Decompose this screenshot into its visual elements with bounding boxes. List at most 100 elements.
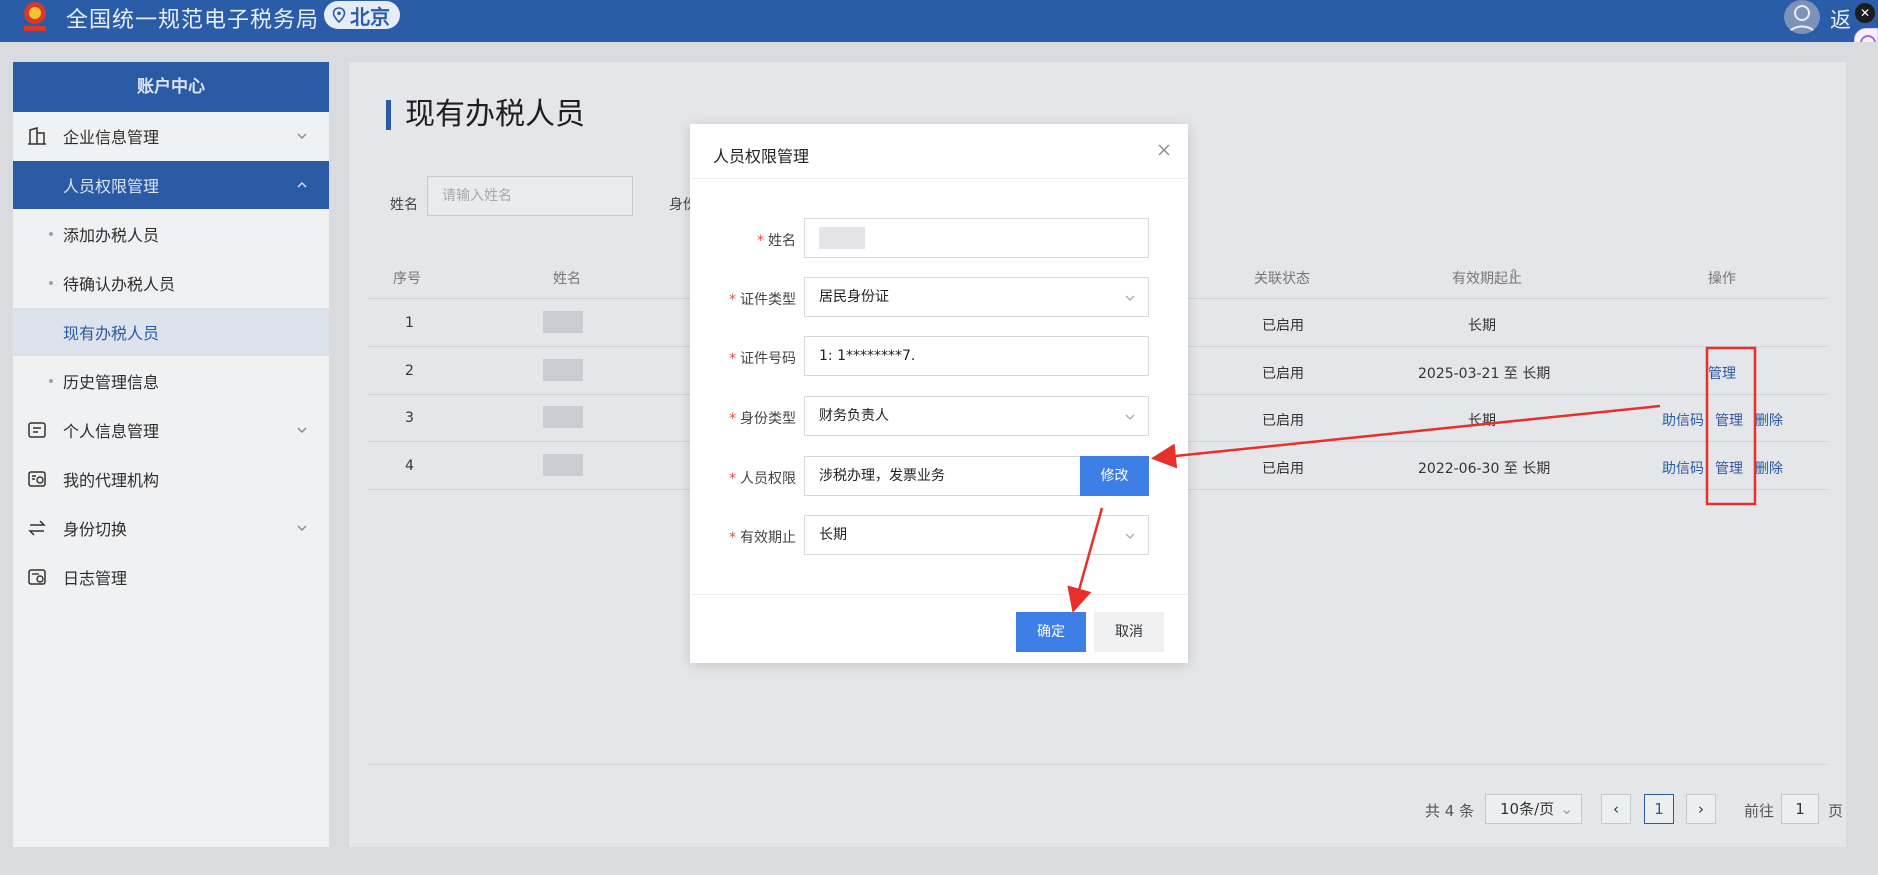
switch-icon (28, 520, 46, 536)
permission-management-dialog: 人员权限管理 * 姓名 * 证件类型 居民身份证 * 证件号码 1: 1*******… (690, 124, 1188, 663)
chevron-down-icon (297, 427, 307, 433)
chevron-down-icon: ⌄ (1560, 800, 1573, 818)
column-header-index: 序号 (393, 271, 421, 287)
field-label-identity-type: * 身份类型 (729, 411, 796, 427)
sidebar-item-add-taxpayer[interactable]: 添加办税人员 (13, 210, 329, 258)
prev-page-button[interactable]: ‹ (1601, 794, 1631, 824)
user-avatar[interactable] (1784, 0, 1820, 34)
delete-link[interactable]: 删除 (1755, 458, 1783, 478)
id-type-select[interactable]: 居民身份证 (804, 277, 1149, 317)
redacted-name (543, 311, 583, 333)
manage-link[interactable]: 管理 (1715, 410, 1743, 430)
name-filter-input[interactable]: 请输入姓名 (427, 176, 633, 216)
bullet-dot (49, 232, 53, 236)
page-number-current[interactable]: 1 (1644, 794, 1674, 824)
sidebar-item-label: 个人信息管理 (63, 422, 160, 441)
field-label-expiry: * 有效期止 (729, 530, 796, 546)
cell-validity: 长期 (1468, 413, 1496, 429)
pagination-total: 共 4 条 (1425, 802, 1475, 820)
return-link[interactable]: 返 (1830, 4, 1851, 34)
sidebar-item-label: 身份切换 (63, 520, 128, 539)
user-icon (1788, 5, 1816, 34)
cell-status: 已启用 (1262, 318, 1304, 334)
sidebar-item-switch-identity[interactable]: 身份切换 (13, 504, 329, 552)
sidebar-item-permission-management[interactable]: 人员权限管理 (13, 161, 329, 209)
id-card-icon (28, 422, 46, 438)
identity-type-value: 财务负责人 (819, 408, 889, 424)
sidebar-item-label: 人员权限管理 (63, 177, 160, 196)
building-icon (28, 127, 46, 145)
chevron-down-icon (297, 525, 307, 531)
table-bottom-line (367, 764, 1827, 765)
sidebar-item-label: 现有办税人员 (63, 324, 160, 343)
permissions-field[interactable]: 涉税办理，发票业务 (804, 456, 1081, 496)
sidebar-item-label: 添加办税人员 (63, 226, 160, 245)
goto-label: 前往 (1744, 802, 1775, 820)
dialog-header: 人员权限管理 (690, 124, 1188, 179)
sidebar: 账户中心 企业信息管理 人员权限管理 添加办税人员 待确认办税人员 现有办税人员… (13, 62, 329, 847)
next-page-button[interactable]: › (1686, 794, 1716, 824)
redacted-name (543, 359, 583, 381)
delete-link[interactable]: 删除 (1755, 410, 1783, 430)
helper-code-link[interactable]: 助信码 (1662, 410, 1704, 430)
location-label: 北京 (350, 4, 390, 29)
redacted-name (543, 406, 583, 428)
agency-icon (28, 471, 46, 487)
page-unit-label: 页 (1828, 802, 1844, 820)
name-filter-label: 姓名 (390, 197, 418, 213)
chevron-down-icon (1125, 533, 1135, 539)
sidebar-item-enterprise-info[interactable]: 企业信息管理 (13, 112, 329, 160)
name-field[interactable] (804, 218, 1149, 258)
manage-link[interactable]: 管理 (1715, 458, 1743, 478)
sidebar-item-log-management[interactable]: 日志管理 (13, 553, 329, 601)
cell-status: 已启用 (1262, 461, 1304, 477)
cell-index: 4 (405, 458, 414, 474)
id-type-value: 居民身份证 (819, 289, 889, 305)
chevron-down-icon (297, 133, 307, 139)
sidebar-item-agency[interactable]: 我的代理机构 (13, 455, 329, 503)
page-size-value: 10条/页 (1500, 800, 1555, 818)
cell-status: 已启用 (1262, 366, 1304, 382)
expiry-select[interactable]: 长期 (804, 515, 1149, 555)
modify-permissions-button[interactable]: 修改 (1080, 456, 1149, 496)
chevron-up-icon (297, 182, 307, 188)
dialog-footer-divider (690, 594, 1188, 595)
cell-validity: 2022-06-30 至 长期 (1418, 461, 1551, 477)
sidebar-title: 账户中心 (13, 62, 329, 112)
sidebar-item-history[interactable]: 历史管理信息 (13, 357, 329, 405)
bullet-dot (49, 379, 53, 383)
id-number-value: 1: 1********7. (819, 348, 916, 364)
page-title: 现有办税人员 (386, 100, 585, 130)
confirm-button[interactable]: 确定 (1016, 612, 1086, 652)
manage-link[interactable]: 管理 (1708, 363, 1736, 383)
identity-type-select[interactable]: 财务负责人 (804, 396, 1149, 436)
goto-page-input[interactable]: 1 (1781, 794, 1819, 824)
sidebar-item-current-taxpayer[interactable]: 现有办税人员 (13, 308, 329, 356)
location-selector[interactable]: 北京 (324, 1, 400, 29)
sidebar-item-pending-taxpayer[interactable]: 待确认办税人员 (13, 259, 329, 307)
sort-icon[interactable]: ⇕ (1508, 267, 1520, 283)
sidebar-item-label: 待确认办税人员 (63, 275, 176, 294)
page-size-select[interactable]: 10条/页 ⌄ (1485, 794, 1582, 824)
cell-validity: 2025-03-21 至 长期 (1418, 366, 1551, 382)
cell-index: 1 (405, 315, 414, 331)
sidebar-item-personal-info[interactable]: 个人信息管理 (13, 406, 329, 454)
log-icon (28, 569, 46, 585)
sidebar-item-label: 历史管理信息 (63, 373, 160, 392)
id-number-field[interactable]: 1: 1********7. (804, 336, 1149, 376)
redacted-name (543, 454, 583, 476)
site-title: 全国统一规范电子税务局 (66, 8, 320, 33)
sidebar-item-label: 我的代理机构 (63, 471, 160, 490)
cell-status: 已启用 (1262, 413, 1304, 429)
sidebar-item-label: 企业信息管理 (63, 128, 160, 147)
helper-code-link[interactable]: 助信码 (1662, 458, 1704, 478)
close-overlay-icon[interactable]: ✕ (1855, 3, 1875, 23)
field-label-id-type: * 证件类型 (729, 292, 796, 308)
cancel-button[interactable]: 取消 (1094, 612, 1164, 652)
national-emblem-icon (24, 2, 46, 31)
sidebar-item-label: 日志管理 (63, 569, 128, 588)
column-header-status: 关联状态 (1254, 271, 1310, 287)
permissions-value: 涉税办理，发票业务 (819, 468, 945, 484)
dialog-title: 人员权限管理 (713, 147, 810, 166)
close-icon[interactable] (1154, 140, 1174, 160)
